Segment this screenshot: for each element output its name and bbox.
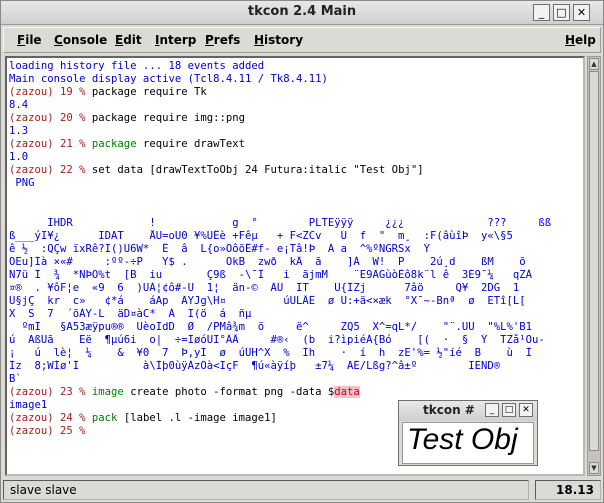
menu-help[interactable]: Help bbox=[565, 33, 596, 47]
photo-label-image: Test Obj bbox=[402, 422, 534, 464]
console-output-text: Ü§jÇ kr c» ¢*á áAp ÄYJg\H¤ úÙLÂË ø U:+ä<… bbox=[9, 294, 526, 307]
console-line: Ü§jÇ kr c» ¢*á áAp ÄYJg\H¤ úÙLÂË ø U:+ä<… bbox=[9, 295, 583, 308]
console-command: package require Tk bbox=[91, 86, 207, 99]
console-command: create photo -format png -data $ bbox=[123, 386, 335, 399]
console-line: loading history file ... 18 events added bbox=[9, 60, 583, 73]
console-output-text: ß___ýI¥¿ IDAT ÅU=oÜ0 ¥%ÜÊè +Fêµ + F<ZCv … bbox=[9, 229, 513, 242]
status-position: 18.13 bbox=[535, 480, 601, 500]
maximize-button[interactable]: □ bbox=[553, 4, 570, 21]
scrollbar-thumb[interactable] bbox=[589, 71, 599, 451]
console-line: IHDR ! g ° PLTEÿÿÿ ¿¿¿ ??? ßß bbox=[9, 217, 583, 230]
console-keyword: package bbox=[91, 138, 137, 151]
console-line: ¤® . ¥ôF¦e «9 6 )UÀ¦¢ô#-U 1¦ än-© ÄÜ ÏT … bbox=[9, 282, 583, 295]
menu-history[interactable]: History bbox=[254, 33, 303, 47]
console-line: (zazou) 19 % package require Tk bbox=[9, 86, 583, 99]
console-output-text: Íz 8;WÍø'Í à\Ìþ0ùÿÀzÖà<IçF ¶ú«àÿíþ ±7¼ Ä… bbox=[9, 360, 501, 373]
menu-interp[interactable]: Interp bbox=[155, 33, 196, 47]
console-line: Ñ7ü Ï ¾ *NÞÕ%t [B iu Ç9ß -\¯Ï i ãjmM ¨E9… bbox=[9, 269, 583, 282]
console-prompt: (zazou) 20 % bbox=[9, 112, 92, 125]
console-output-text: 1.3 bbox=[9, 125, 29, 138]
menu-console[interactable]: Console bbox=[54, 33, 107, 47]
photo-window[interactable]: tkcon # _ □ ✕ Test Obj bbox=[398, 400, 538, 466]
console-output: loading history file ... 18 events added… bbox=[9, 60, 583, 438]
console-line: ú ÃßÜã Ëë ¶µú6i o| ÷=IøóUI°ÂÂ #®‹ (b i?ì… bbox=[9, 334, 583, 347]
console-line: Íz 8;WÍø'Í à\Ìþ0ùÿÀzÖà<IçF ¶ú«àÿíþ ±7¼ Ä… bbox=[9, 360, 583, 373]
photo-window-title-bar[interactable]: tkcon # _ □ ✕ bbox=[399, 401, 537, 421]
console-line: 8.4 bbox=[9, 99, 583, 112]
menubar: File Console Edit Interp Prefs History H… bbox=[3, 27, 601, 53]
status-bar: slave slave 18.13 bbox=[3, 480, 601, 500]
console-output-text: Main console display active (Tcl8.4.11 /… bbox=[9, 73, 328, 86]
console-output-text: ê ½ :QÇw ïxRê?I()Ú6W* Ê â L{o»ÖôõÊ#f- e¡… bbox=[9, 242, 430, 255]
console-line: ê ½ :QÇw ïxRê?I()Ú6W* Ê â L{o»ÖôõÊ#f- e¡… bbox=[9, 243, 583, 256]
console-output-text: OEu]Ïà ×«# :ºº-÷P Y$ . ÕkB zwð kÂ ã ]À W… bbox=[9, 255, 526, 268]
console-highlight: data bbox=[334, 386, 360, 399]
menu-prefs[interactable]: Prefs bbox=[205, 33, 240, 47]
console-line: X S 7 ´õÀY-L äD¤àC* Á I(ö á ñµ bbox=[9, 308, 583, 321]
console-output-text: IHDR ! g ° PLTEÿÿÿ ¿¿¿ ??? ßß bbox=[9, 216, 552, 229]
console-output-text: 8.4 bbox=[9, 99, 29, 112]
console-output-text: 1.0 bbox=[9, 151, 29, 164]
menu-edit[interactable]: Edit bbox=[115, 33, 142, 47]
console-prompt: (zazou) 19 % bbox=[9, 86, 92, 99]
console-line: OEu]Ïà ×«# :ºº-÷P Y$ . ÕkB zwð kÂ ã ]À W… bbox=[9, 256, 583, 269]
console-line: (zazou) 21 % package require drawText bbox=[9, 138, 583, 151]
minimize-button[interactable]: _ bbox=[533, 4, 550, 21]
console-prompt: (zazou) 24 % bbox=[9, 412, 92, 425]
console-line: PNG bbox=[9, 177, 583, 190]
console-command: [label .l -image image1] bbox=[117, 412, 277, 425]
console-line: B` bbox=[9, 373, 583, 386]
console-line: Main console display active (Tcl8.4.11 /… bbox=[9, 73, 583, 86]
photo-close-button[interactable]: ✕ bbox=[519, 403, 533, 417]
tkcon-main-window: tkcon 2.4 Main _ □ ✕ File Console Edit I… bbox=[0, 0, 604, 503]
console-keyword: pack bbox=[91, 412, 118, 425]
console-output-text: ú ÃßÜã Ëë ¶µú6i o| ÷=IøóUI°ÂÂ #®‹ (b i?ì… bbox=[9, 333, 545, 346]
scroll-up-arrow-icon[interactable]: ▲ bbox=[589, 58, 599, 70]
console-output-text: ¤® . ¥ôF¦e «9 6 )UÀ¦¢ô#-U 1¦ än-© ÄÜ ÏT … bbox=[9, 281, 520, 294]
console-line: 1.3 bbox=[9, 125, 583, 138]
vertical-scrollbar[interactable]: ▲ ▼ bbox=[587, 56, 601, 476]
console-output-text: B` bbox=[9, 373, 22, 386]
console-command: require drawText bbox=[136, 138, 246, 151]
console-line: (zazou) 20 % package require img::png bbox=[9, 112, 583, 125]
console-command: package require img::png bbox=[91, 112, 245, 125]
console-line: ¡ ú lè¦ ¼ & ¥0 7 Þ,yÏ ø úÛH^X % Ìh · í h… bbox=[9, 347, 583, 360]
console-prompt: (zazou) 23 % bbox=[9, 386, 92, 399]
console-output-text: Ñ7ü Ï ¾ *NÞÕ%t [B iu Ç9ß -\¯Ï i ãjmM ¨E9… bbox=[9, 268, 532, 281]
status-interp: slave slave bbox=[3, 480, 529, 500]
console-output-text: image1 bbox=[9, 399, 48, 412]
console-keyword: image bbox=[91, 386, 124, 399]
console-line: ºmÏ §Ã53æÿpu®® UèoIdD Ø /PMâ¾m õ ë^ ZQ5 … bbox=[9, 321, 583, 334]
console-output-text: ¡ ú lè¦ ¼ & ¥0 7 Þ,yÏ ø úÛH^X % Ìh · í h… bbox=[9, 347, 532, 360]
rendered-image-text: Test Obj bbox=[407, 423, 518, 456]
console-output-text: ºmÏ §Ã53æÿpu®® UèoIdD Ø /PMâ¾m õ ë^ ZQ5 … bbox=[9, 320, 532, 333]
scroll-down-arrow-icon[interactable]: ▼ bbox=[589, 462, 599, 474]
console-command: set data [drawTextToObj 24 Futura:italic… bbox=[91, 164, 424, 177]
photo-maximize-button[interactable]: □ bbox=[502, 403, 516, 417]
console-line: ß___ýI¥¿ IDAT ÅU=oÜ0 ¥%ÜÊè +Fêµ + F<ZCv … bbox=[9, 230, 583, 243]
console-line: 1.0 bbox=[9, 151, 583, 164]
console-line: (zazou) 23 % image create photo -format … bbox=[9, 386, 583, 399]
close-button[interactable]: ✕ bbox=[573, 4, 590, 21]
console-output-text: PNG bbox=[9, 177, 35, 190]
console-prompt: (zazou) 22 % bbox=[9, 164, 92, 177]
console-prompt: (zazou) 25 % bbox=[9, 425, 92, 438]
photo-window-title: tkcon # bbox=[423, 403, 475, 417]
console-prompt: (zazou) 21 % bbox=[9, 138, 92, 151]
console-output-text: X S 7 ´õÀY-L äD¤àC* Á I(ö á ñµ bbox=[9, 307, 252, 320]
console-output-text: loading history file ... 18 events added bbox=[9, 60, 265, 72]
title-bar[interactable]: tkcon 2.4 Main _ □ ✕ bbox=[1, 1, 603, 25]
window-title: tkcon 2.4 Main bbox=[247, 4, 357, 19]
console-line: (zazou) 22 % set data [drawTextToObj 24 … bbox=[9, 164, 583, 177]
menu-file[interactable]: File bbox=[17, 33, 42, 47]
photo-minimize-button[interactable]: _ bbox=[485, 403, 499, 417]
